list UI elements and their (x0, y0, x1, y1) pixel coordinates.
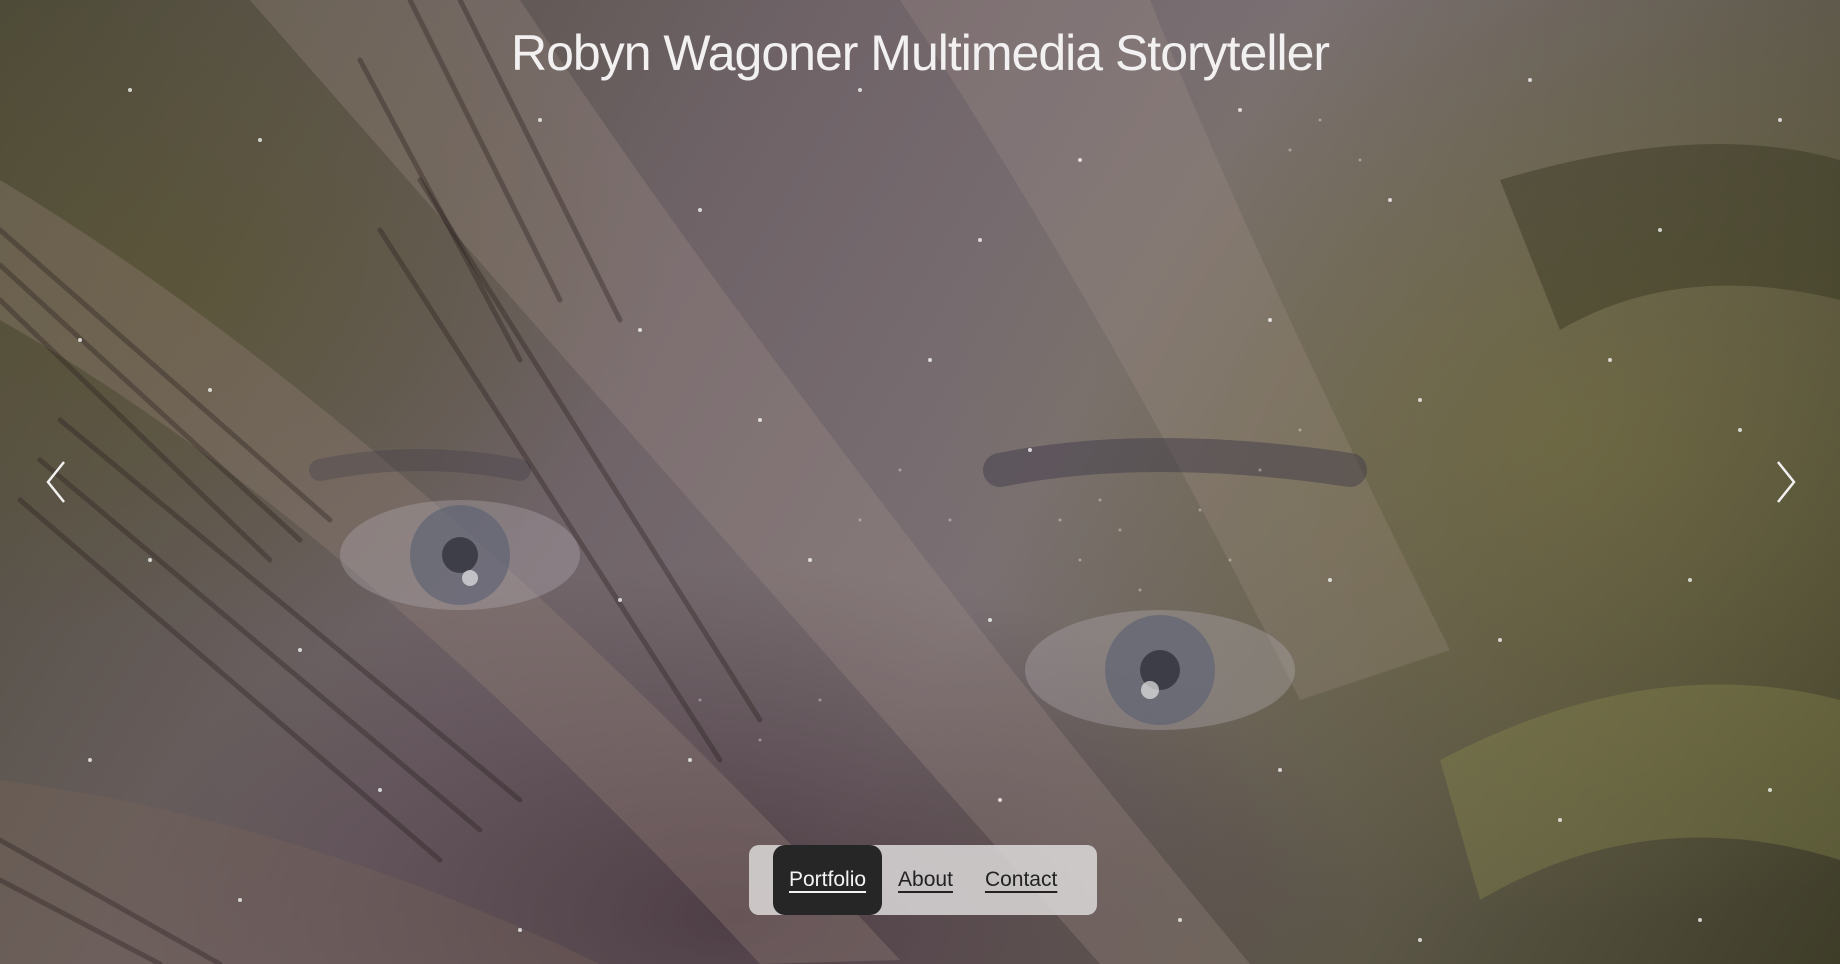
chevron-right-icon (1777, 461, 1796, 503)
nav-item-about[interactable]: About (882, 845, 969, 915)
main-navigation: Portfolio About Contact (749, 845, 1097, 915)
chevron-left-icon (46, 461, 65, 503)
nav-item-portfolio[interactable]: Portfolio (773, 845, 883, 915)
page-title: Robyn Wagoner Multimedia Storyteller (510, 25, 1330, 81)
nav-item-contact[interactable]: Contact (969, 845, 1073, 915)
slide-previous-button[interactable] (40, 458, 72, 506)
hero-section: Robyn Wagoner Multimedia Storyteller Por… (0, 0, 1840, 964)
slide-next-button[interactable] (1770, 458, 1802, 506)
hero-background-image (0, 0, 1840, 964)
